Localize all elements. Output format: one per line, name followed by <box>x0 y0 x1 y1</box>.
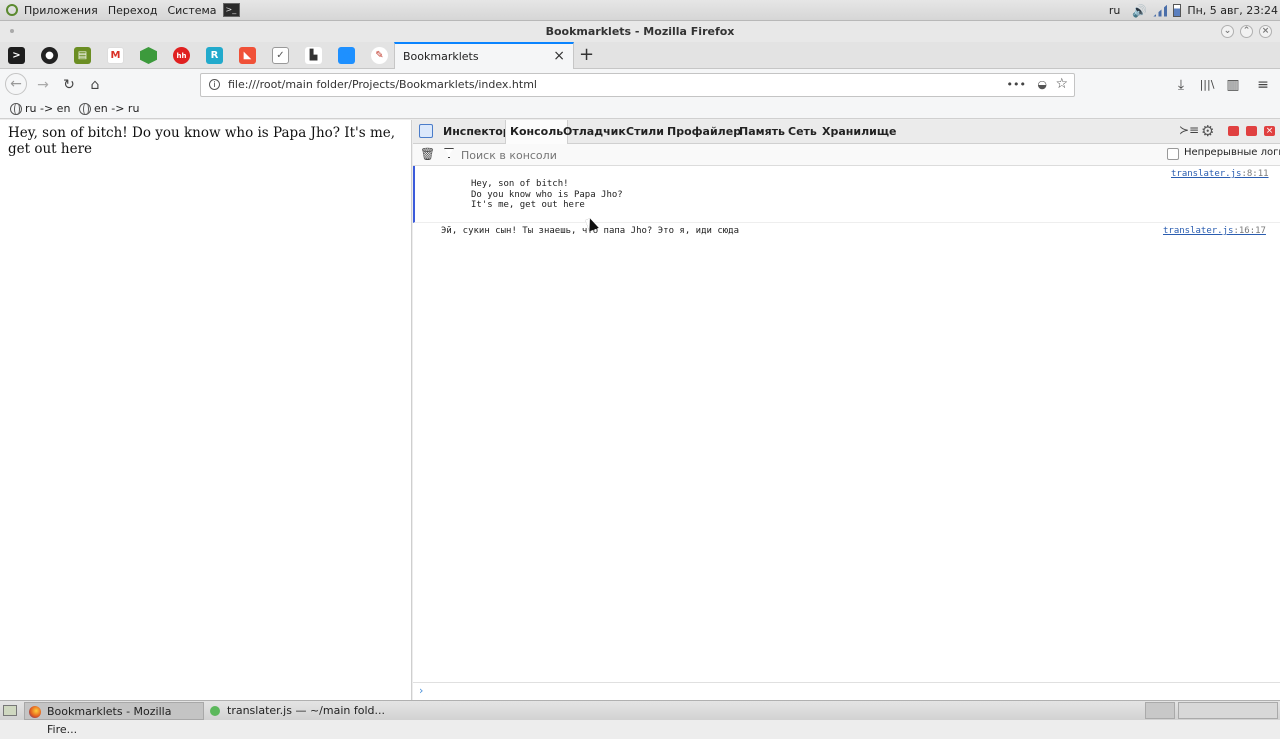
back-button[interactable]: ← <box>5 73 27 95</box>
bookmark-label: en -> ru <box>94 102 140 115</box>
tab-network[interactable]: Сеть <box>784 120 821 144</box>
filter-icon[interactable] <box>444 148 454 158</box>
pinned-tab-gmail-icon[interactable]: M <box>107 47 124 64</box>
bookmark-star-icon[interactable]: ☆ <box>1055 73 1068 95</box>
tray-workspace-icon[interactable] <box>1178 702 1278 719</box>
terminal-launcher-icon[interactable]: >_ <box>222 3 240 17</box>
pocket-icon[interactable]: ◒ <box>1037 74 1047 96</box>
url-bar[interactable]: i file:///root/main folder/Projects/Book… <box>200 73 1075 97</box>
home-button[interactable]: ⌂ <box>85 75 105 95</box>
bookmark-en-ru[interactable]: en -> ru <box>79 102 139 115</box>
tab-style-editor[interactable]: Стили <box>622 120 668 144</box>
pinned-tab-github-icon[interactable]: ● <box>41 47 58 64</box>
menu-places[interactable]: Переход <box>108 4 158 17</box>
console-message-source[interactable]: translater.js:16:17 <box>1163 226 1266 236</box>
persist-logs-label: Непрерывные логи <box>1184 147 1280 158</box>
window-menu-dot[interactable] <box>10 29 14 33</box>
sidebar-button[interactable]: ▥ <box>1223 75 1243 95</box>
tab-memory[interactable]: Память <box>735 120 789 144</box>
pinned-tab-shield-icon[interactable]: ✓ <box>272 47 289 64</box>
top-panel: Приложения Переход Система >_ ru 🔊 Пн, 5… <box>0 0 1280 21</box>
tab-title: Bookmarklets <box>403 50 479 63</box>
network-icon[interactable] <box>1153 4 1168 17</box>
pinned-tab-reader-icon[interactable]: ▤ <box>74 47 91 64</box>
apps-icon[interactable] <box>6 4 18 16</box>
pinned-tab-ext-icon[interactable]: ✎ <box>371 47 388 64</box>
reload-button[interactable]: ↻ <box>59 75 79 95</box>
element-picker-icon[interactable] <box>419 124 433 138</box>
settings-gear-icon[interactable]: ⚙ <box>1201 122 1214 140</box>
taskbar-item-editor[interactable]: translater.js — ~/main fold... <box>205 702 385 720</box>
keyboard-layout[interactable]: ru <box>1109 4 1121 17</box>
taskbar-item-firefox[interactable]: Bookmarklets - Mozilla Fire... <box>24 702 204 736</box>
firefox-icon <box>29 706 41 718</box>
close-devtools-icon[interactable]: × <box>1264 126 1275 136</box>
console-filter-bar: 🗑 Непрерывные логи <box>413 144 1280 166</box>
split-console-icon[interactable]: ≻≡ <box>1179 123 1199 137</box>
downloads-button[interactable]: ⤓ <box>1171 75 1191 95</box>
taskbar-item-label: translater.js — ~/main fold... <box>227 704 385 717</box>
bookmark-label: ru -> en <box>25 102 71 115</box>
pinned-tab-swift-icon[interactable]: ◣ <box>239 47 256 64</box>
tab-strip: > ● ▤ M hh R ◣ ✓ ▙ ◆ ✎ Bookmarklets × + <box>0 42 1280 70</box>
editor-icon <box>210 706 220 716</box>
console-message: Эй, сукин сын! Ты знаешь, что папа Jho? … <box>413 223 1280 241</box>
menu-applications[interactable]: Приложения <box>24 4 98 17</box>
console-prompt-icon: › <box>419 684 424 697</box>
bookmark-ru-en[interactable]: ru -> en <box>10 102 70 115</box>
forward-button[interactable]: → <box>33 75 53 95</box>
library-button[interactable]: |||\ <box>1197 75 1217 95</box>
pinned-tab-r-icon[interactable]: R <box>206 47 223 64</box>
volume-icon[interactable]: 🔊 <box>1132 4 1147 18</box>
devtools-toolbar: Инспектор Консоль Отладчик Стили Профайл… <box>413 120 1280 144</box>
menu-button[interactable]: ≡ <box>1253 75 1273 95</box>
maximize-window-button[interactable]: ⌃ <box>1240 25 1253 38</box>
new-tab-button[interactable]: + <box>579 44 594 65</box>
console-message-source[interactable]: translater.js:8:11 <box>1171 169 1269 179</box>
console-message: Hey, son of bitch! Do you know who is Pa… <box>413 166 1280 223</box>
close-window-button[interactable]: × <box>1259 25 1272 38</box>
info-icon[interactable]: i <box>209 79 220 90</box>
window-title: Bookmarklets - Mozilla Firefox <box>545 25 735 38</box>
console-input[interactable]: › <box>413 682 1280 700</box>
taskbar-item-label: Bookmarklets - Mozilla Fire... <box>47 705 172 736</box>
page-text: Hey, son of bitch! Do you know who is Pa… <box>8 125 396 157</box>
tab-inspector[interactable]: Инспектор <box>439 120 515 144</box>
taskbar: Bookmarklets - Mozilla Fire... translate… <box>0 700 1280 736</box>
console-filter-input[interactable] <box>461 147 761 163</box>
menu-system[interactable]: Система <box>167 4 216 17</box>
url-text: file:///root/main folder/Projects/Bookma… <box>228 78 537 91</box>
minimize-window-button[interactable]: ⌄ <box>1221 25 1234 38</box>
pinned-tab-terminal-icon[interactable]: > <box>8 47 25 64</box>
tab-storage[interactable]: Хранилище <box>818 120 900 144</box>
show-desktop-icon[interactable] <box>3 705 17 716</box>
tab-bookmarklets[interactable]: Bookmarklets × <box>394 42 574 70</box>
pinned-tab-chart-icon[interactable]: ▙ <box>305 47 322 64</box>
window-titlebar[interactable]: Bookmarklets - Mozilla Firefox ⌄ ⌃ × <box>0 21 1280 42</box>
close-tab-icon[interactable]: × <box>553 44 565 69</box>
console-message-text: Hey, son of bitch! Do you know who is Pa… <box>471 179 623 210</box>
tray-firefox-icon[interactable] <box>1145 702 1175 719</box>
trash-icon[interactable]: 🗑 <box>420 147 435 161</box>
persist-logs-checkbox[interactable] <box>1167 148 1179 160</box>
tab-profiler[interactable]: Профайлер <box>663 120 745 144</box>
tab-debugger[interactable]: Отладчик <box>559 120 630 144</box>
page-actions-icon[interactable]: ••• <box>1007 74 1026 96</box>
devtools-panel: Инспектор Консоль Отладчик Стили Профайл… <box>413 120 1280 700</box>
clock[interactable]: Пн, 5 авг, 23:24 <box>1187 4 1278 17</box>
bookmarks-toolbar: ru -> en en -> ru <box>0 100 1280 119</box>
battery-icon[interactable] <box>1173 4 1182 17</box>
dock-side-icon[interactable] <box>1246 126 1257 136</box>
page-viewport[interactable]: Hey, son of bitch! Do you know who is Pa… <box>0 120 412 700</box>
pinned-tab-hh-icon[interactable]: hh <box>173 47 190 64</box>
dock-bottom-icon[interactable] <box>1228 126 1239 136</box>
pinned-tab-hex-icon[interactable] <box>140 47 157 64</box>
globe-icon <box>79 102 91 115</box>
pinned-tab-blue-icon[interactable]: ◆ <box>338 47 355 64</box>
globe-icon <box>10 102 22 115</box>
